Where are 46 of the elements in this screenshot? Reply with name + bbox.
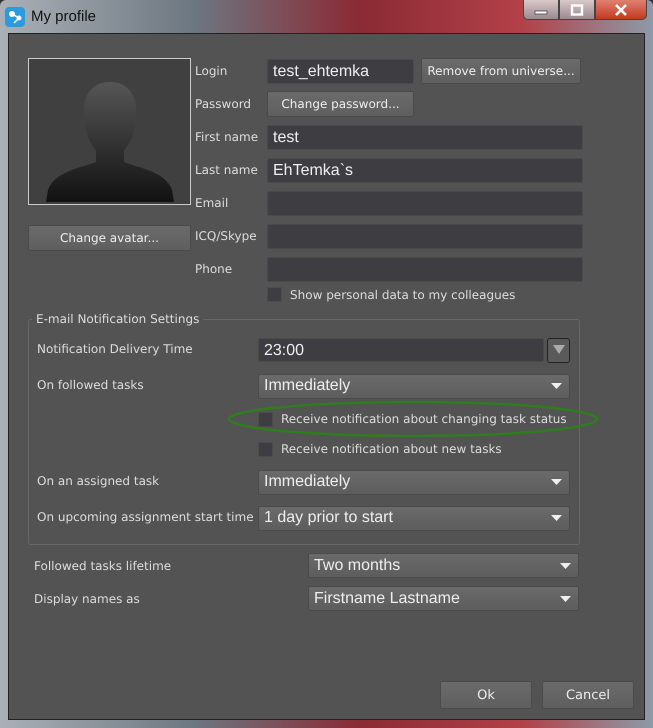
maximize-button[interactable] xyxy=(559,0,595,20)
caret-icon xyxy=(551,479,562,485)
remove-button[interactable]: Remove from universe... xyxy=(421,58,581,84)
group-title: E-mail Notification Settings xyxy=(35,312,200,326)
field-label: On an assigned task xyxy=(37,473,160,488)
dropdown-button[interactable] xyxy=(547,338,570,362)
minimize-button[interactable] xyxy=(523,0,559,20)
checkbox-label: Show personal data to my colleagues xyxy=(290,288,516,302)
text-field[interactable]: test_ehtemka xyxy=(267,58,414,84)
field-label: Login xyxy=(195,64,228,78)
dropdown[interactable]: 1 day prior to start xyxy=(258,506,570,530)
field-label: Display names as xyxy=(34,592,141,606)
caret-icon xyxy=(560,562,571,568)
field-label: On followed tasks xyxy=(37,377,145,392)
checkbox-label: Receive notification about new tasks xyxy=(281,442,502,456)
time-field[interactable]: 23:00 xyxy=(258,338,544,362)
change-avatar-button[interactable]: Change avatar... xyxy=(28,225,191,251)
caret-icon xyxy=(552,345,564,355)
dropdown[interactable]: Immediately xyxy=(258,470,570,494)
caret-icon xyxy=(560,596,571,602)
field-label: Phone xyxy=(195,262,234,276)
cancel-button[interactable]: Cancel xyxy=(542,681,634,709)
dropdown[interactable]: Firstname Lastname xyxy=(308,586,579,611)
field-label: Last name xyxy=(195,163,259,177)
maximize-icon xyxy=(570,4,584,16)
field-label: On upcoming assignment start time xyxy=(37,509,255,524)
change-password-button[interactable]: Change password... xyxy=(267,91,414,117)
text-field[interactable]: test xyxy=(267,124,583,150)
window-title: My profile xyxy=(31,8,96,25)
field-label: Followed tasks lifetime xyxy=(34,558,172,572)
field-label: ICQ/Skype xyxy=(195,229,258,243)
close-button[interactable] xyxy=(595,0,647,20)
caret-icon xyxy=(551,383,562,389)
field-label: First name xyxy=(195,130,260,144)
close-icon xyxy=(614,4,628,16)
checkbox-label: Receive notification about changing task status xyxy=(281,412,567,426)
dropdown[interactable]: Immediately xyxy=(258,374,570,398)
checkbox[interactable] xyxy=(258,412,273,426)
caret-icon xyxy=(551,515,562,521)
text-field[interactable]: EhTemka`s xyxy=(267,158,583,182)
dropdown[interactable]: Two months xyxy=(308,553,579,578)
field-label: Notification Delivery Time xyxy=(37,341,194,356)
app-icon xyxy=(5,6,25,26)
field-label: Email xyxy=(195,196,230,210)
ok-button[interactable]: Ok xyxy=(440,681,532,709)
field-label: Password xyxy=(195,97,252,111)
